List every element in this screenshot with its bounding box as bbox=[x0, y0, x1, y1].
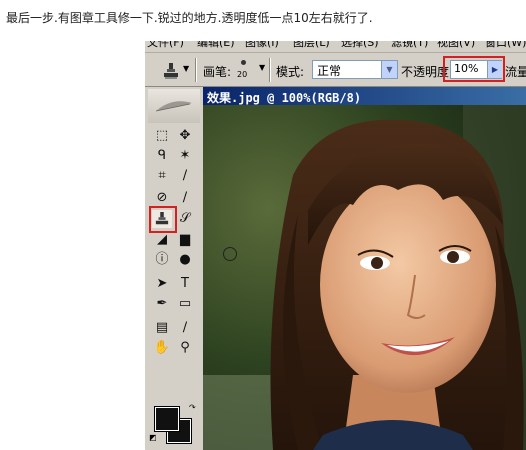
marquee-tool-icon[interactable]: ⬚ bbox=[152, 127, 172, 145]
brush-tool-icon[interactable]: ∕ bbox=[175, 189, 195, 207]
highlight-box bbox=[149, 206, 177, 233]
flow-label: 流量 bbox=[505, 65, 526, 79]
document-title-bar[interactable]: 效果.jpg @ 100%(RGB/8) bbox=[203, 87, 526, 105]
swap-colors-icon[interactable]: ↷ bbox=[189, 403, 196, 412]
brush-tip-icon bbox=[241, 60, 246, 65]
type-tool-icon[interactable]: T bbox=[175, 275, 195, 293]
menu-bar: 文件(F) 编辑(E) 图像(I) 图层(L) 选择(S) 滤镜(T) 视图(V… bbox=[145, 41, 526, 53]
toolbox: ⬚ ✥ ᑫ ✶ ⌗ ∕ ⊘ ∕ 𝒮 ◢ ▆ ⓘ ● ➤ T ✒ ▭ ▤ ∕ ✋ … bbox=[145, 87, 203, 450]
eraser-tool-icon[interactable]: ◢ bbox=[152, 231, 172, 249]
menu-layer[interactable]: 图层(L) bbox=[293, 41, 330, 50]
eyedropper-icon[interactable]: ∕ bbox=[175, 319, 195, 337]
menu-edit[interactable]: 编辑(E) bbox=[197, 41, 235, 50]
hand-tool-icon[interactable]: ✋ bbox=[152, 339, 172, 357]
tool-preset-picker[interactable]: ▼ bbox=[151, 58, 191, 82]
menu-window[interactable]: 窗口(W) bbox=[485, 41, 526, 50]
history-brush-icon[interactable]: 𝒮 bbox=[175, 210, 195, 228]
mode-select[interactable]: 正常 ▼ bbox=[312, 60, 398, 79]
document-window: 效果.jpg @ 100%(RGB/8) bbox=[203, 87, 526, 450]
menu-filter[interactable]: 滤镜(T) bbox=[391, 41, 428, 50]
tutorial-caption: 最后一步.有图章工具修一下.锐过的地方.透明度低一点10左右就行了. bbox=[6, 11, 373, 25]
notes-tool-icon[interactable]: ▤ bbox=[152, 319, 172, 337]
shape-tool-icon[interactable]: ▭ bbox=[175, 295, 195, 313]
portrait-image bbox=[203, 105, 526, 450]
brush-preset[interactable]: 20 bbox=[233, 56, 255, 83]
brush-cursor-icon bbox=[223, 247, 237, 261]
dodge-tool-icon[interactable]: ● bbox=[175, 251, 195, 269]
divider bbox=[195, 58, 197, 82]
canvas-photo[interactable] bbox=[203, 105, 526, 450]
default-colors-icon[interactable]: ◩ bbox=[149, 433, 157, 442]
brush-size: 20 bbox=[237, 70, 248, 79]
mode-label: 模式: bbox=[276, 65, 305, 79]
zoom-tool-icon[interactable]: ⚲ bbox=[175, 339, 195, 357]
color-swatches[interactable]: ↷ ◩ bbox=[149, 403, 196, 444]
pen-tool-icon[interactable]: ✒ bbox=[152, 295, 172, 313]
toolbox-header bbox=[148, 89, 200, 123]
document-title: 效果.jpg @ 100%(RGB/8) bbox=[207, 91, 362, 105]
menu-select[interactable]: 选择(S) bbox=[341, 41, 379, 50]
clone-stamp-icon bbox=[164, 63, 178, 79]
gradient-tool-icon[interactable]: ▆ bbox=[175, 231, 195, 249]
divider bbox=[269, 58, 271, 82]
slice-tool-icon[interactable]: ∕ bbox=[175, 167, 195, 185]
foreground-color-swatch[interactable] bbox=[154, 406, 180, 432]
menu-file[interactable]: 文件(F) bbox=[147, 41, 184, 50]
highlight-box bbox=[443, 56, 505, 82]
chevron-down-icon[interactable]: ▼ bbox=[259, 63, 265, 72]
options-bar: ▼ 画笔: 20 ▼ 模式: 正常 ▼ 不透明度: 10% ▶ 流量 bbox=[145, 54, 526, 87]
menu-image[interactable]: 图像(I) bbox=[245, 41, 279, 50]
healing-brush-icon[interactable]: ⊘ bbox=[152, 189, 172, 207]
brush-label: 画笔: bbox=[203, 65, 232, 79]
lasso-tool-icon[interactable]: ᑫ bbox=[152, 147, 172, 165]
chevron-down-icon[interactable]: ▼ bbox=[381, 61, 397, 78]
chevron-down-icon: ▼ bbox=[183, 64, 190, 73]
menu-view[interactable]: 视图(V) bbox=[437, 41, 475, 50]
path-select-icon[interactable]: ➤ bbox=[152, 275, 172, 293]
magic-wand-icon[interactable]: ✶ bbox=[175, 147, 195, 165]
mode-value: 正常 bbox=[317, 64, 342, 78]
crop-tool-icon[interactable]: ⌗ bbox=[152, 167, 172, 185]
feather-logo-icon bbox=[155, 101, 192, 112]
move-tool-icon[interactable]: ✥ bbox=[175, 127, 195, 145]
blur-tool-icon[interactable]: ⓘ bbox=[152, 251, 172, 269]
photoshop-window: 文件(F) 编辑(E) 图像(I) 图层(L) 选择(S) 滤镜(T) 视图(V… bbox=[145, 41, 526, 450]
